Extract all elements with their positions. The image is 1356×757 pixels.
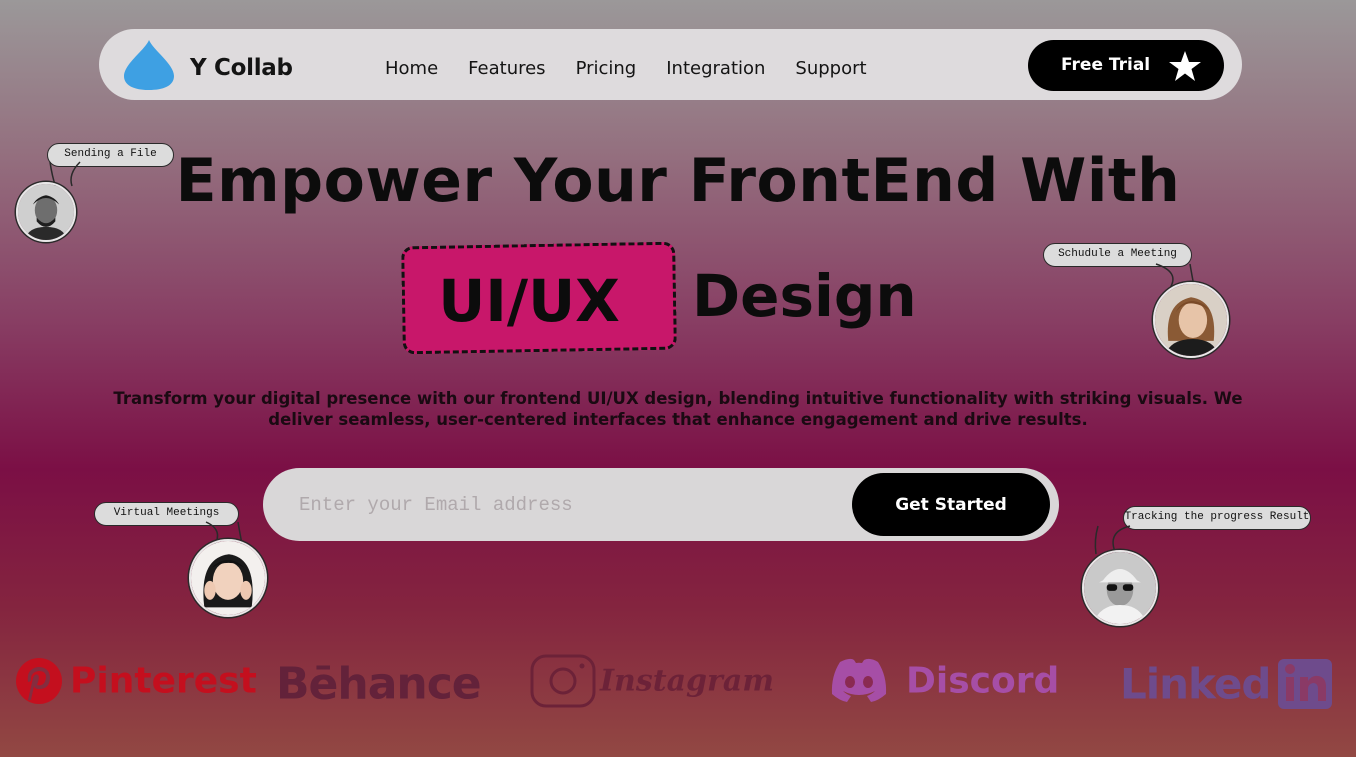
nav-link-features[interactable]: Features [468,58,545,79]
get-started-button[interactable]: Get Started [852,473,1050,536]
nav-link-integration[interactable]: Integration [666,58,765,79]
bubble-tracking-progress: Tracking the progress Result [1123,506,1311,530]
hero-title-line1: Empower Your FrontEnd With [175,146,1181,216]
nav-link-pricing[interactable]: Pricing [576,58,637,79]
discord-logo[interactable]: Discord [830,652,1062,710]
linkedin-logo[interactable]: Linked [1120,655,1334,713]
hero-subtext: Transform your digital presence with our… [113,389,1243,429]
behance-logo[interactable]: Bēhance [276,655,482,713]
star-icon [1169,51,1201,81]
instagram-icon [530,654,596,708]
email-signup-form: Get Started [263,468,1059,541]
instagram-logo[interactable]: Instagram [528,652,774,710]
person-avatar-icon [1084,552,1156,624]
avatar-virtual-meetings [189,539,267,617]
avatar-tracking-progress [1082,550,1158,626]
free-trial-label: Free Trial [1061,55,1151,75]
person-avatar-icon [191,541,265,615]
discord-icon [831,658,887,702]
hero-title-line2: Design [692,262,917,330]
person-avatar-icon [1155,284,1227,356]
highlight-text: UI/UX [438,266,620,335]
linkedin-label: Linked [1120,659,1271,709]
free-trial-button[interactable]: Free Trial [1028,40,1224,91]
nav-link-home[interactable]: Home [385,58,438,79]
nav-links: Home Features Pricing Integration Suppor… [385,58,897,79]
pinterest-icon [16,658,62,704]
brand-name[interactable]: Y Collab [190,55,293,81]
instagram-label: Instagram [600,663,774,699]
discord-label: Discord [906,660,1060,702]
avatar-sending-file [16,182,76,242]
email-input[interactable] [299,488,839,522]
pinterest-label: Pinterest [70,660,257,702]
person-avatar-icon [18,184,74,240]
navbar: Y Collab Home Features Pricing Integrati… [99,29,1242,100]
water-drop-icon[interactable] [122,38,176,92]
avatar-schedule-meeting [1153,282,1229,358]
pinterest-logo[interactable]: Pinterest [14,652,257,710]
nav-link-support[interactable]: Support [795,58,866,79]
behance-label: Bēhance [276,658,482,710]
linkedin-in-icon [1278,659,1332,709]
highlight-pill: UI/UX [401,241,677,355]
